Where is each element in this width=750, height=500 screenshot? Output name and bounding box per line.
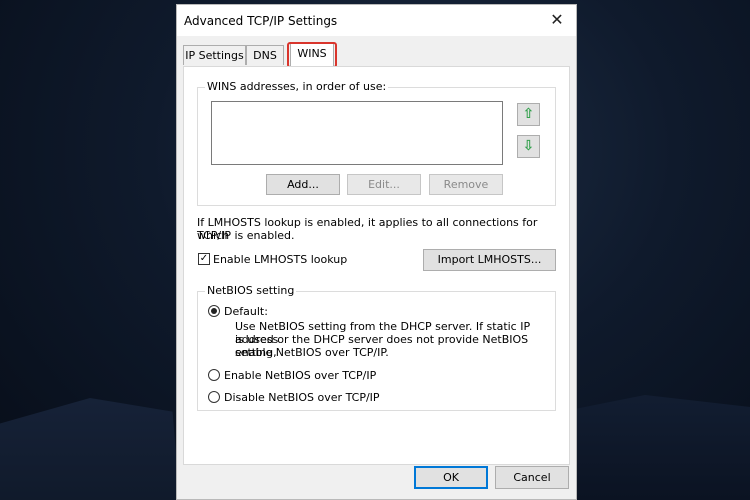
import-lmhosts-button[interactable]: Import LMHOSTS... xyxy=(423,249,556,271)
lmhosts-info-line2: TCP/IP is enabled. xyxy=(197,229,295,242)
netbios-default-radio[interactable] xyxy=(208,305,220,317)
cancel-button[interactable]: Cancel xyxy=(495,466,569,489)
netbios-disable-label[interactable]: Disable NetBIOS over TCP/IP xyxy=(224,391,380,404)
arrow-down-icon: ⇩ xyxy=(522,138,535,154)
ok-button[interactable]: OK xyxy=(414,466,488,489)
move-down-button[interactable]: ⇩ xyxy=(517,135,540,158)
netbios-disable-radio[interactable] xyxy=(208,391,220,403)
enable-lmhosts-label[interactable]: Enable LMHOSTS lookup xyxy=(213,253,347,266)
tab-ip-settings[interactable]: IP Settings xyxy=(183,45,246,65)
wins-group-label: WINS addresses, in order of use: xyxy=(205,80,389,93)
wins-addresses-group: WINS addresses, in order of use: ⇧ ⇩ Add… xyxy=(197,80,556,206)
wins-tab-page: WINS addresses, in order of use: ⇧ ⇩ Add… xyxy=(183,66,570,465)
edit-button[interactable]: Edit... xyxy=(347,174,421,195)
remove-button[interactable]: Remove xyxy=(429,174,503,195)
tab-highlight-box xyxy=(287,42,337,68)
advanced-tcpip-dialog: Advanced TCP/IP Settings ✕ IP Settings D… xyxy=(176,4,577,500)
netbios-enable-label[interactable]: Enable NetBIOS over TCP/IP xyxy=(224,369,376,382)
arrow-up-icon: ⇧ xyxy=(522,106,535,122)
netbios-group: NetBIOS setting Default: Use NetBIOS set… xyxy=(197,284,556,411)
title-bar: Advanced TCP/IP Settings ✕ xyxy=(177,5,576,36)
netbios-group-label: NetBIOS setting xyxy=(205,284,297,297)
netbios-enable-radio[interactable] xyxy=(208,369,220,381)
netbios-default-desc-line3: enable NetBIOS over TCP/IP. xyxy=(235,346,389,359)
netbios-default-label[interactable]: Default: xyxy=(224,305,268,318)
close-icon[interactable]: ✕ xyxy=(548,11,566,29)
tab-dns[interactable]: DNS xyxy=(246,45,284,65)
enable-lmhosts-checkbox[interactable]: ✓ xyxy=(198,253,210,265)
add-button[interactable]: Add... xyxy=(266,174,340,195)
dialog-title: Advanced TCP/IP Settings xyxy=(184,14,338,28)
move-up-button[interactable]: ⇧ xyxy=(517,103,540,126)
wins-address-list[interactable] xyxy=(211,101,503,165)
